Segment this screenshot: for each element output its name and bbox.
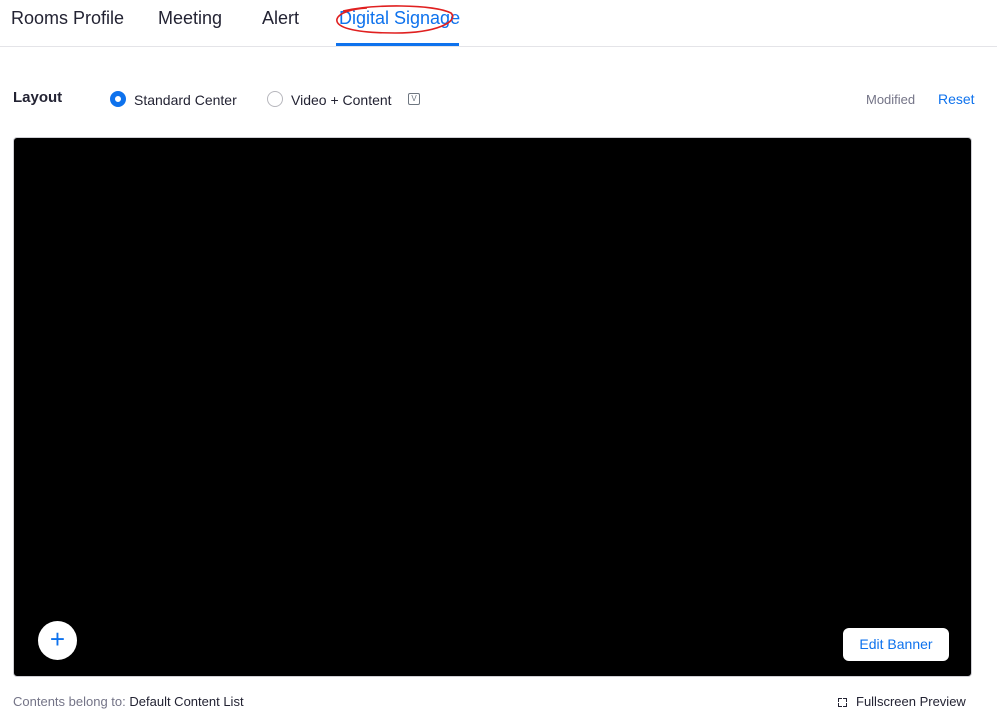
fullscreen-preview-label: Fullscreen Preview xyxy=(856,694,966,709)
fullscreen-icon xyxy=(838,698,847,707)
tab-bar: Rooms Profile Meeting Alert Digital Sign… xyxy=(0,0,997,47)
fullscreen-preview-button[interactable]: Fullscreen Preview xyxy=(838,694,966,709)
tab-alert[interactable]: Alert xyxy=(262,8,299,29)
plus-icon: + xyxy=(49,624,66,654)
signage-preview: + Edit Banner xyxy=(13,137,972,677)
content-list-info: Contents belong to: Default Content List xyxy=(13,694,244,709)
modified-status: Modified xyxy=(866,92,916,107)
radio-video-content[interactable] xyxy=(267,91,283,107)
edit-banner-button[interactable]: Edit Banner xyxy=(843,628,949,661)
content-list-name[interactable]: Default Content List xyxy=(129,694,243,709)
add-content-button[interactable]: + xyxy=(38,621,77,660)
tab-digital-signage[interactable]: Digital Signage xyxy=(339,8,460,29)
layout-label: Layout xyxy=(13,89,63,106)
radio-video-content-label[interactable]: Video + Content xyxy=(291,92,392,108)
tab-rooms-profile[interactable]: Rooms Profile xyxy=(11,8,124,29)
contents-prefix: Contents belong to: xyxy=(13,694,126,709)
active-tab-indicator xyxy=(336,43,459,46)
radio-standard-center-label[interactable]: Standard Center xyxy=(134,92,237,108)
radio-standard-center[interactable] xyxy=(110,91,126,107)
reset-button[interactable]: Reset xyxy=(938,91,975,107)
v-icon[interactable]: V xyxy=(408,93,420,105)
tab-meeting[interactable]: Meeting xyxy=(158,8,222,29)
